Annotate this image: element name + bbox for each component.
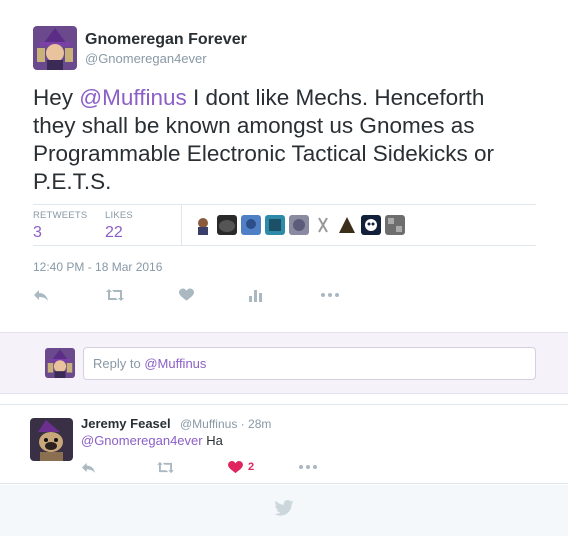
reply-author-handle[interactable]: @Muffinus: [180, 417, 237, 431]
tweet-stats: RETWEETS 3 LIKES 22: [33, 204, 536, 246]
reply-text-body: Ha: [202, 433, 223, 448]
current-user-avatar: [45, 348, 75, 378]
reply-placeholder-prefix: Reply to: [93, 356, 145, 371]
tweet-text: Hey @Muffinus I dont like Mechs. Hencefo…: [33, 84, 533, 196]
reply-meta: @Muffinus · 28m: [180, 417, 271, 431]
heart-icon[interactable]: 2: [228, 457, 254, 477]
likes-label: LIKES: [105, 210, 133, 221]
reply-author-avatar[interactable]: [30, 418, 73, 461]
heart-icon[interactable]: [179, 285, 194, 305]
liker-avatar[interactable]: [361, 215, 381, 235]
analytics-icon[interactable]: [249, 285, 262, 305]
reply-like-count: 2: [248, 461, 255, 473]
liker-avatar[interactable]: [265, 215, 285, 235]
reply-composer: Reply to @Muffinus: [0, 332, 568, 394]
more-icon[interactable]: [299, 457, 317, 477]
retweets-count[interactable]: 3: [33, 224, 87, 242]
liker-avatar[interactable]: [217, 215, 237, 235]
liker-avatar[interactable]: [337, 215, 357, 235]
retweet-icon[interactable]: [106, 285, 124, 305]
reply-icon[interactable]: [81, 457, 96, 477]
liker-avatar[interactable]: [193, 215, 213, 235]
footer: [0, 485, 568, 536]
liker-avatar[interactable]: [385, 215, 405, 235]
reply-icon[interactable]: [33, 285, 49, 305]
liker-avatar[interactable]: [313, 215, 333, 235]
author-avatar[interactable]: [33, 26, 77, 70]
reply-author-name[interactable]: Jeremy Feasel: [81, 416, 171, 431]
reply-mention-link[interactable]: @Gnomeregan4ever: [81, 433, 203, 448]
more-icon[interactable]: [321, 285, 339, 305]
reply-input[interactable]: Reply to @Muffinus: [83, 347, 536, 380]
likes-stat[interactable]: LIKES 22: [105, 210, 133, 242]
tweet-text-prefix: Hey: [33, 85, 80, 110]
author-name[interactable]: Gnomeregan Forever: [85, 31, 247, 49]
reply-placeholder-mention: @Muffinus: [144, 356, 207, 371]
stats-divider: [181, 205, 182, 245]
likers-avatars: [193, 215, 405, 237]
liker-avatar[interactable]: [241, 215, 261, 235]
tweet-timestamp[interactable]: 12:40 PM - 18 Mar 2016: [33, 260, 162, 274]
author-handle[interactable]: @Gnomeregan4ever: [85, 51, 207, 66]
retweets-label: RETWEETS: [33, 210, 88, 221]
reply-separator: ·: [240, 417, 245, 431]
reply-text: @Gnomeregan4ever Ha: [81, 433, 223, 448]
reply-age[interactable]: 28m: [248, 417, 271, 431]
tweet: Gnomeregan Forever @Gnomeregan4ever Hey …: [0, 0, 568, 332]
twitter-bird-icon[interactable]: [274, 500, 294, 521]
retweet-icon[interactable]: [157, 457, 174, 477]
reply-tweet: Jeremy Feasel @Muffinus · 28m @Gnomerega…: [0, 404, 568, 484]
liker-avatar[interactable]: [289, 215, 309, 235]
retweets-stat[interactable]: RETWEETS 3: [33, 210, 87, 242]
tweet-mention-link[interactable]: @Muffinus: [79, 85, 186, 110]
likes-count[interactable]: 22: [105, 224, 133, 242]
